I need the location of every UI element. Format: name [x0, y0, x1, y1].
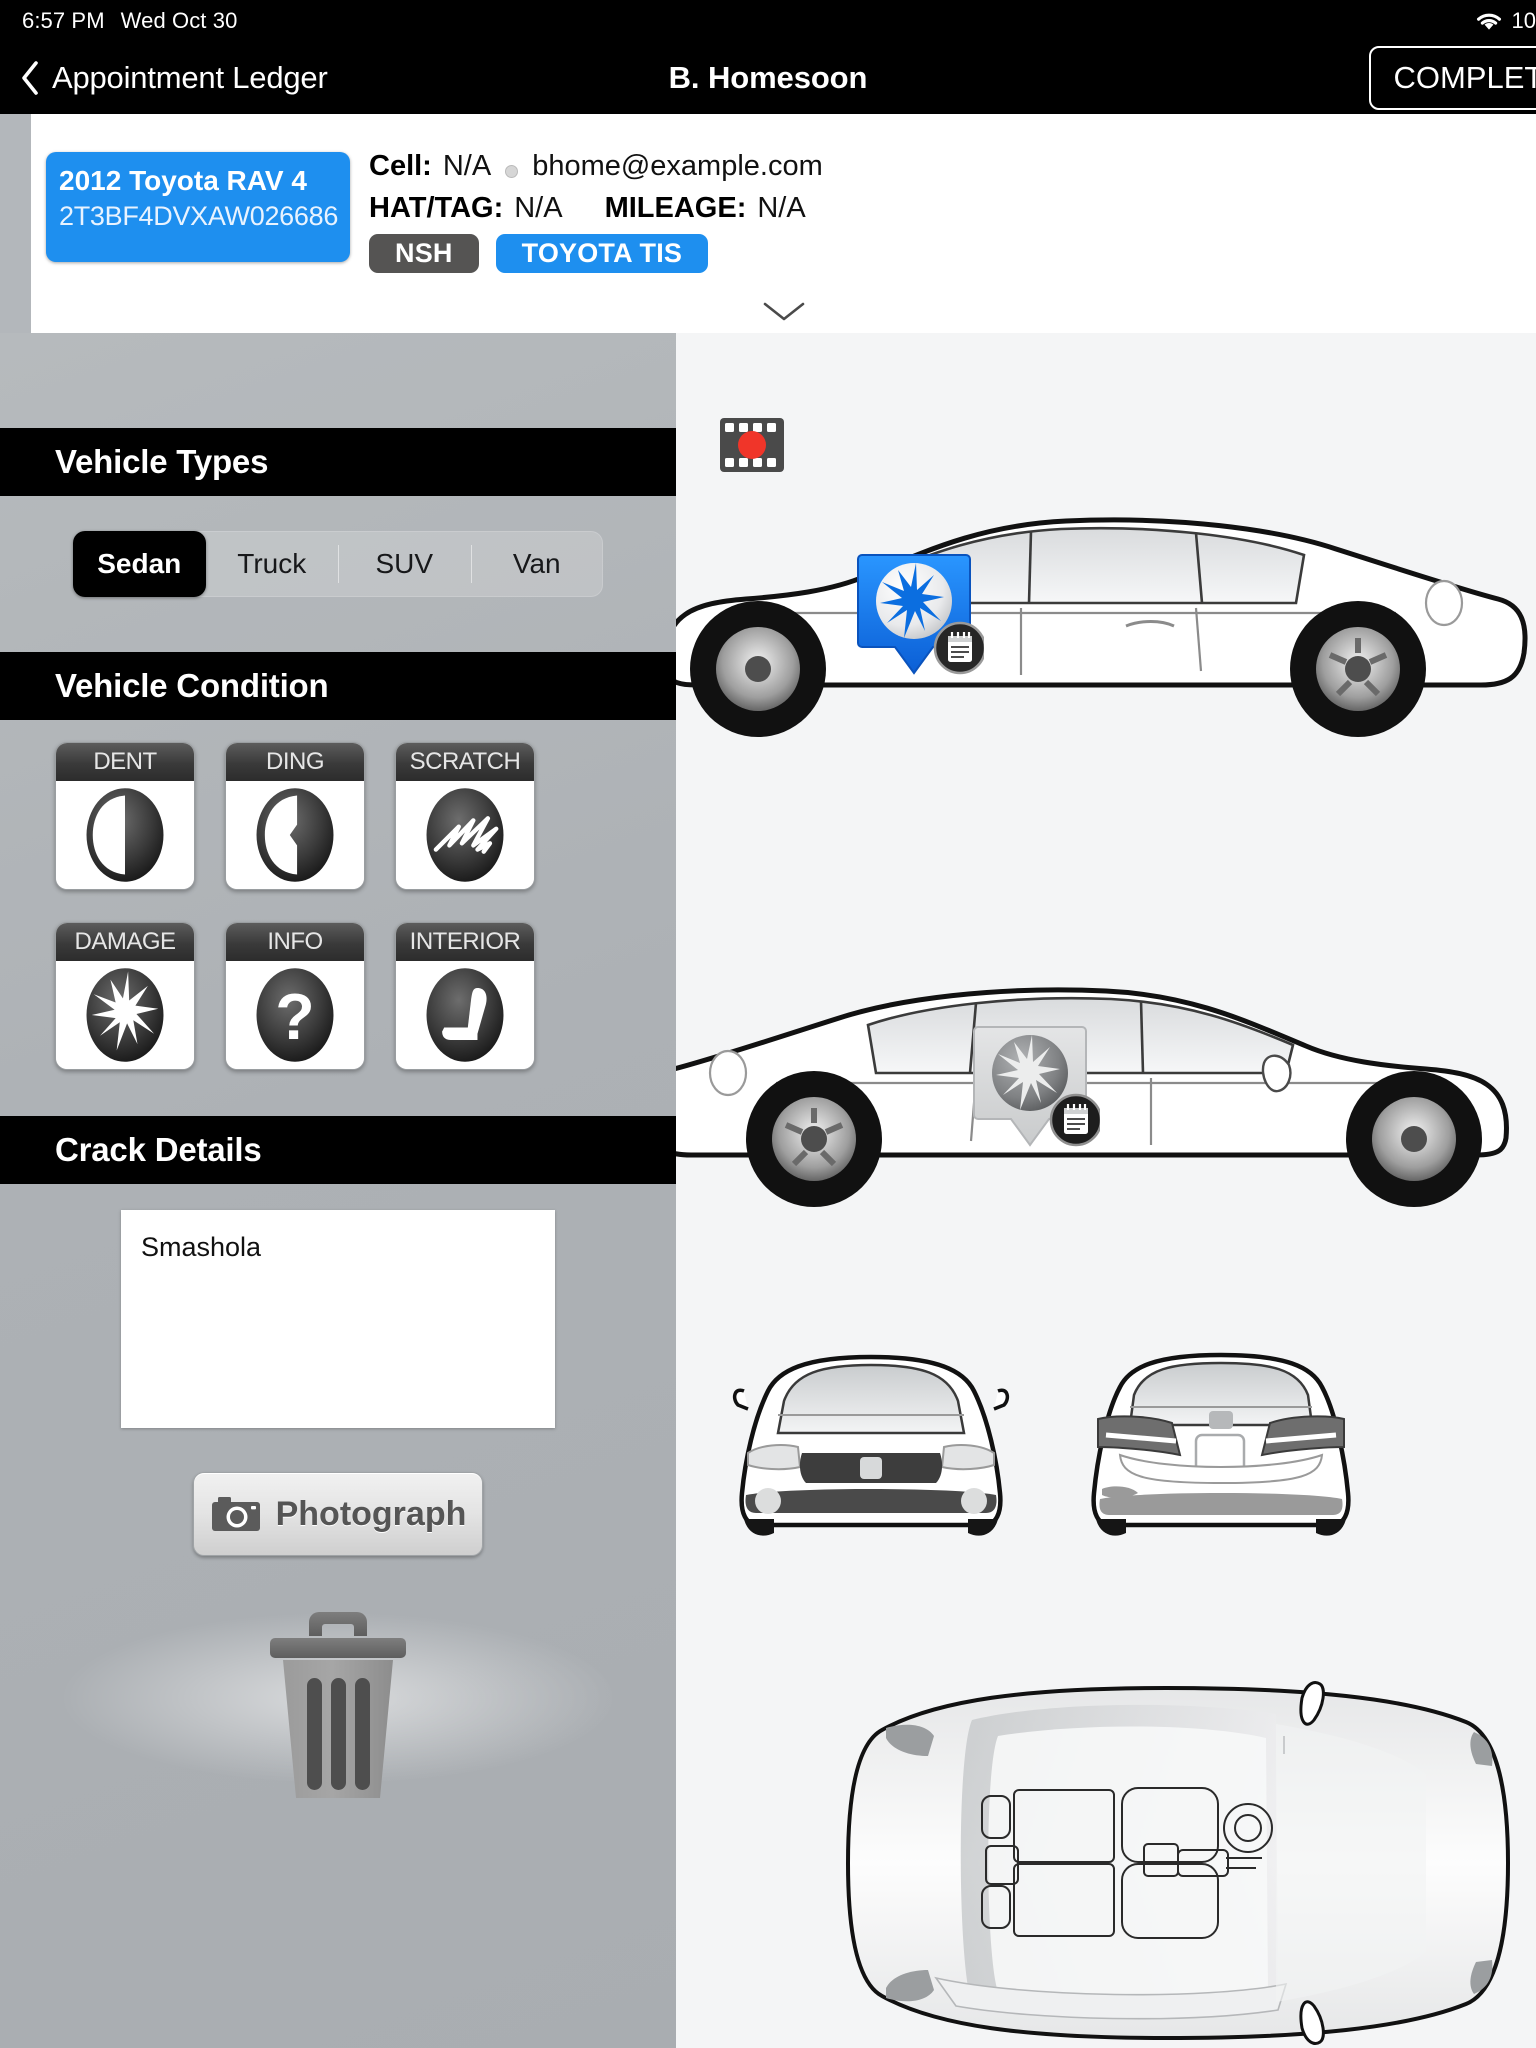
crack-details-header: Crack Details: [0, 1116, 676, 1184]
navigation-bar: Appointment Ledger B. Homesoon COMPLETE: [0, 42, 1536, 114]
battery-percent: 10: [1511, 8, 1536, 33]
rear-view[interactable]: [1076, 1343, 1366, 1543]
vehicle-info-card: 2012 Toyota RAV 4 2T3BF4DVXAW026686 Cell…: [31, 114, 1536, 333]
driver-side-view[interactable]: [676, 463, 1536, 753]
info-question-icon: ?: [226, 961, 364, 1069]
condition-label-damage: DAMAGE: [56, 923, 194, 961]
vehicle-diagram-panel: [676, 333, 1536, 2048]
dent-icon: [56, 781, 194, 889]
condition-label-dent: DENT: [56, 743, 194, 781]
condition-label-scratch: SCRATCH: [396, 743, 534, 781]
segment-suv[interactable]: SUV: [338, 531, 471, 597]
photograph-button-label: Photograph: [275, 1494, 467, 1533]
condition-tile-ding[interactable]: DING: [225, 742, 365, 890]
status-bar: 6:57 PM Wed Oct 30 10: [0, 0, 1536, 42]
email-value[interactable]: bhome@example.com: [532, 150, 823, 183]
crack-details-note[interactable]: Smashola: [121, 1210, 555, 1428]
vehicle-types-header: Vehicle Types: [0, 428, 676, 496]
condition-tile-dent[interactable]: DENT: [55, 742, 195, 890]
cell-label: Cell:: [369, 150, 432, 182]
vehicle-name: 2012 Toyota RAV 4: [59, 165, 307, 196]
wifi-icon: [1475, 10, 1503, 32]
chevron-down-icon[interactable]: [762, 301, 806, 323]
camera-icon: [210, 1494, 262, 1534]
vehicle-condition-grid: DENT DING SCRATCH DAMAGE INFO ? INTERIOR: [0, 720, 676, 1070]
back-button-label: Appointment Ledger: [52, 60, 328, 95]
app-root: 6:57 PM Wed Oct 30 10 Appointment Ledger: [0, 0, 1536, 2048]
contact-fields: Cell: N/A bhome@example.com HAT/TAG: N/A…: [369, 150, 823, 234]
condition-tile-info[interactable]: INFO ?: [225, 922, 365, 1070]
scratch-icon: [396, 781, 534, 889]
photograph-button-row: Photograph: [0, 1472, 676, 1556]
sidebar-spacer-bottom: [0, 1070, 676, 1116]
hattag-value: N/A: [514, 192, 563, 224]
top-down-view[interactable]: [786, 1678, 1536, 2048]
status-time: 6:57 PM: [22, 8, 105, 33]
segment-sedan[interactable]: Sedan: [73, 531, 206, 597]
sidebar-spacer-top: [0, 333, 676, 428]
trash-icon: [259, 1602, 417, 1802]
sidebar-spacer-mid: [0, 597, 676, 652]
status-bar-left: 6:57 PM Wed Oct 30: [0, 8, 237, 34]
vehicle-type-segmented-control[interactable]: Sedan Truck SUV Van: [73, 531, 603, 597]
hattag-mileage-row: HAT/TAG: N/A MILEAGE: N/A: [369, 192, 823, 234]
condition-tile-damage[interactable]: DAMAGE: [55, 922, 195, 1070]
cell-row: Cell: N/A bhome@example.com: [369, 150, 823, 192]
segment-van[interactable]: Van: [470, 531, 604, 597]
condition-label-interior: INTERIOR: [396, 923, 534, 961]
hattag-label: HAT/TAG:: [369, 192, 504, 224]
chevron-left-icon: [20, 61, 40, 95]
mileage-value: N/A: [757, 192, 806, 224]
condition-tile-interior[interactable]: INTERIOR: [395, 922, 535, 1070]
car-seat-icon: [396, 961, 534, 1069]
inspection-sidebar: Vehicle Types Sedan Truck SUV Van Vehicl…: [0, 333, 676, 2048]
vehicle-condition-header: Vehicle Condition: [0, 652, 676, 720]
page-title: B. Homesoon: [668, 60, 868, 95]
passenger-side-view[interactable]: [676, 933, 1536, 1223]
badge-toyota-tis[interactable]: TOYOTA TIS: [495, 234, 709, 273]
condition-label-info: INFO: [226, 923, 364, 961]
vehicle-badges: NSH TOYOTA TIS: [369, 234, 709, 273]
svg-text:?: ?: [275, 981, 314, 1053]
vehicle-vin-chip[interactable]: 2012 Toyota RAV 4 2T3BF4DVXAW026686: [46, 152, 350, 262]
damage-icon: [56, 961, 194, 1069]
status-bar-right: 10: [1475, 8, 1536, 34]
delete-drop-target[interactable]: [0, 1602, 676, 1802]
separator-dot-icon: [505, 164, 519, 178]
condition-tile-scratch[interactable]: SCRATCH: [395, 742, 535, 890]
damage-marker-gray[interactable]: [972, 1023, 1100, 1163]
segment-truck[interactable]: Truck: [206, 531, 339, 597]
badge-nsh[interactable]: NSH: [369, 234, 479, 273]
photograph-button[interactable]: Photograph: [193, 1472, 483, 1556]
complete-button[interactable]: COMPLETE: [1369, 46, 1536, 110]
ding-icon: [226, 781, 364, 889]
damage-marker-blue[interactable]: [856, 551, 984, 691]
mileage-label: MILEAGE:: [604, 192, 747, 224]
back-button[interactable]: Appointment Ledger: [20, 60, 328, 96]
status-date: Wed Oct 30: [120, 8, 238, 33]
vehicle-vin: 2T3BF4DVXAW026686: [59, 201, 339, 231]
cell-value: N/A: [442, 150, 492, 182]
condition-label-ding: DING: [226, 743, 364, 781]
front-view[interactable]: [726, 1343, 1016, 1543]
